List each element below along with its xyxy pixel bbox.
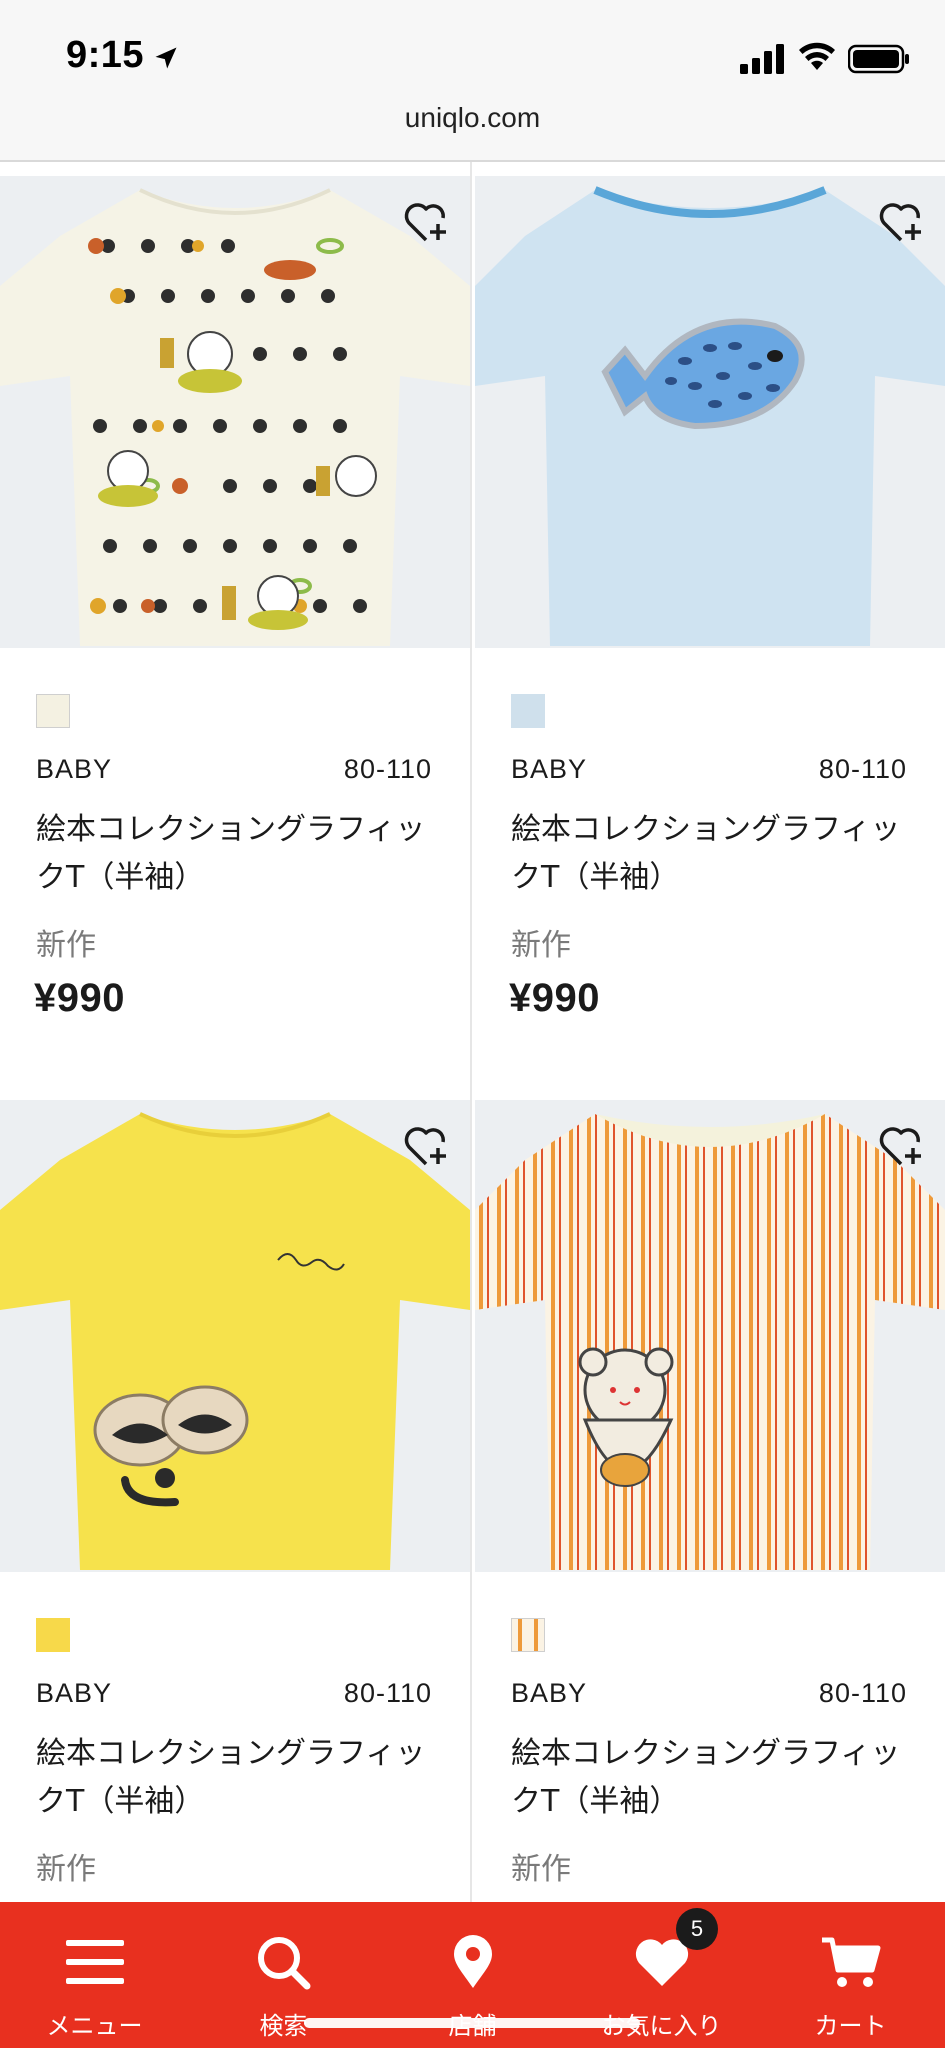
add-favorite-heart-icon[interactable] <box>879 200 925 244</box>
new-tag: 新作 <box>36 1852 96 1887</box>
cart-icon <box>822 1937 881 1987</box>
add-favorite-heart-icon[interactable] <box>404 1124 450 1168</box>
product-image[interactable] <box>0 1100 470 1572</box>
product-card[interactable]: BABY 80-110 絵本コレクショングラフィックT（半袖） 新作 ¥990 <box>475 176 945 1098</box>
product-category: BABY <box>511 1678 588 1708</box>
product-name[interactable]: 絵本コレクショングラフィックT（半袖） <box>36 806 446 902</box>
product-size: 80-110 <box>343 754 432 784</box>
color-swatch[interactable] <box>36 1618 70 1652</box>
nav-menu-label: メニュー <box>46 2012 143 2040</box>
product-card[interactable]: BABY 80-110 絵本コレクショングラフィックT（半袖） 新作 <box>0 1100 470 1902</box>
cream-tshirt-pans-bear-print <box>0 176 470 648</box>
url-text[interactable]: uniqlo.com <box>0 102 945 134</box>
product-size: 80-110 <box>818 1678 907 1708</box>
search-icon <box>258 1937 311 1990</box>
nav-cart[interactable]: カート <box>756 1902 945 2048</box>
nav-cart-label: カート <box>814 2012 887 2040</box>
product-price: ¥990 <box>34 976 125 1020</box>
add-favorite-heart-icon[interactable] <box>879 1124 925 1168</box>
product-size: 80-110 <box>818 754 907 784</box>
product-name[interactable]: 絵本コレクショングラフィックT（半袖） <box>36 1730 446 1826</box>
product-price: ¥990 <box>509 976 600 1020</box>
product-image[interactable] <box>475 176 945 648</box>
column-divider <box>470 162 472 1902</box>
menu-icon <box>66 1940 124 1984</box>
yellow-tshirt-face-print <box>0 1100 470 1572</box>
product-card[interactable]: BABY 80-110 絵本コレクショングラフィックT（半袖） 新作 <box>475 1100 945 1902</box>
location-arrow-icon <box>155 47 177 69</box>
nav-menu[interactable]: メニュー <box>0 1902 189 2048</box>
product-image[interactable] <box>0 176 470 648</box>
wifi-icon <box>799 42 835 70</box>
status-time: 9:15 <box>66 34 145 76</box>
browser-url-bar[interactable]: uniqlo.com <box>0 88 945 162</box>
product-size: 80-110 <box>343 1678 432 1708</box>
new-tag: 新作 <box>36 928 96 963</box>
battery-icon <box>848 44 909 74</box>
new-tag: 新作 <box>511 1852 571 1887</box>
color-swatch[interactable] <box>511 694 545 728</box>
product-category: BABY <box>36 1678 113 1708</box>
status-bar: 9:15 <box>0 0 945 100</box>
product-image[interactable] <box>475 1100 945 1572</box>
product-name[interactable]: 絵本コレクショングラフィックT（半袖） <box>511 1730 921 1826</box>
location-pin-icon <box>454 1935 492 1988</box>
product-category: BABY <box>511 754 588 784</box>
color-swatch[interactable] <box>511 1618 545 1652</box>
signal-icon <box>740 44 784 74</box>
product-category: BABY <box>36 754 113 784</box>
favorites-count-badge: 5 <box>676 1908 718 1950</box>
color-swatch[interactable] <box>36 694 70 728</box>
product-card[interactable]: BABY 80-110 絵本コレクショングラフィックT（半袖） 新作 ¥990 <box>0 176 470 1098</box>
new-tag: 新作 <box>511 928 571 963</box>
product-grid: BABY 80-110 絵本コレクショングラフィックT（半袖） 新作 ¥990 <box>0 162 945 1902</box>
light-blue-tshirt-fish-print <box>475 176 945 648</box>
orange-stripe-tshirt-bear-print <box>475 1100 945 1572</box>
product-name[interactable]: 絵本コレクショングラフィックT（半袖） <box>511 806 921 902</box>
add-favorite-heart-icon[interactable] <box>404 200 450 244</box>
home-indicator[interactable] <box>304 2018 640 2028</box>
